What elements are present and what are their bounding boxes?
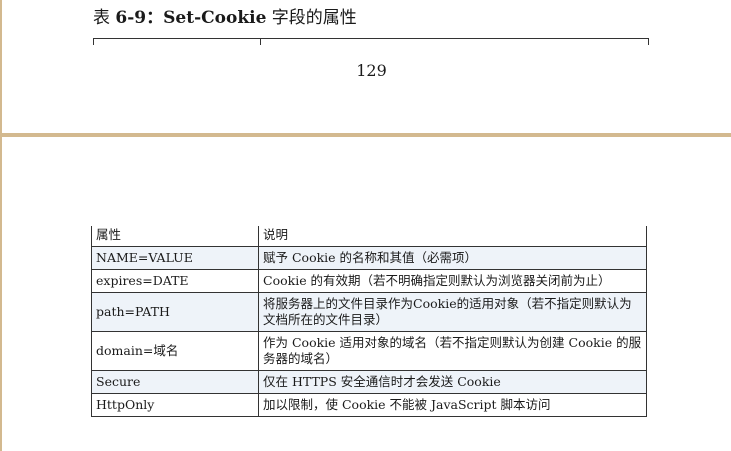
caption-suffix: 字段的属性 xyxy=(266,8,357,28)
description-cell: 仅在 HTTPS 安全通信时才会发送 Cookie xyxy=(258,370,647,394)
caption-prefix: 表 xyxy=(93,8,116,28)
table-row: domain=域名 作为 Cookie 适用对象的域名（若不指定则默认为创建 C… xyxy=(91,331,647,371)
attribute-cell: Secure xyxy=(91,370,259,394)
table-border-tick xyxy=(260,39,261,45)
cookie-attributes-table: 属性 说明 NAME=VALUE 赋予 Cookie 的名称和其值（必需项） e… xyxy=(91,226,647,417)
caption-field-name: Set-Cookie xyxy=(163,8,267,28)
description-cell: 加以限制，使 Cookie 不能被 JavaScript 脚本访问 xyxy=(258,393,647,417)
attribute-cell: HttpOnly xyxy=(91,393,259,417)
page-number: 129 xyxy=(356,61,387,80)
caption-number: 6-9 xyxy=(115,8,147,28)
attribute-cell: NAME=VALUE xyxy=(91,246,259,270)
caption-colon: ： xyxy=(146,8,164,28)
upper-page: 表 6-9：Set-Cookie 字段的属性 129 xyxy=(0,0,731,133)
attribute-cell: path=PATH xyxy=(91,292,259,332)
description-cell: 将服务器上的文件目录作为Cookie的适用对象（若不指定则默认为文档所在的文件目… xyxy=(258,292,647,332)
table-border-tick xyxy=(648,39,649,45)
table-top-border xyxy=(93,38,649,46)
table-border-tick xyxy=(93,39,94,45)
description-cell: 赋予 Cookie 的名称和其值（必需项） xyxy=(258,246,647,270)
header-cell-attribute: 属性 xyxy=(91,226,259,247)
table-row: path=PATH 将服务器上的文件目录作为Cookie的适用对象（若不指定则默… xyxy=(91,292,647,332)
description-cell: Cookie 的有效期（若不明确指定则默认为浏览器关闭前为止） xyxy=(258,269,647,293)
description-cell: 作为 Cookie 适用对象的域名（若不指定则默认为创建 Cookie 的服务器… xyxy=(258,331,647,371)
table-caption: 表 6-9：Set-Cookie 字段的属性 xyxy=(93,3,357,28)
table-row: HttpOnly 加以限制，使 Cookie 不能被 JavaScript 脚本… xyxy=(91,393,647,417)
attribute-cell: domain=域名 xyxy=(91,331,259,371)
attribute-cell: expires=DATE xyxy=(91,269,259,293)
header-cell-description: 说明 xyxy=(258,226,647,247)
table-row: Secure 仅在 HTTPS 安全通信时才会发送 Cookie xyxy=(91,370,647,394)
table-row: expires=DATE Cookie 的有效期（若不明确指定则默认为浏览器关闭… xyxy=(91,269,647,293)
table-header-row: 属性 说明 xyxy=(91,226,647,247)
table-row: NAME=VALUE 赋予 Cookie 的名称和其值（必需项） xyxy=(91,246,647,270)
